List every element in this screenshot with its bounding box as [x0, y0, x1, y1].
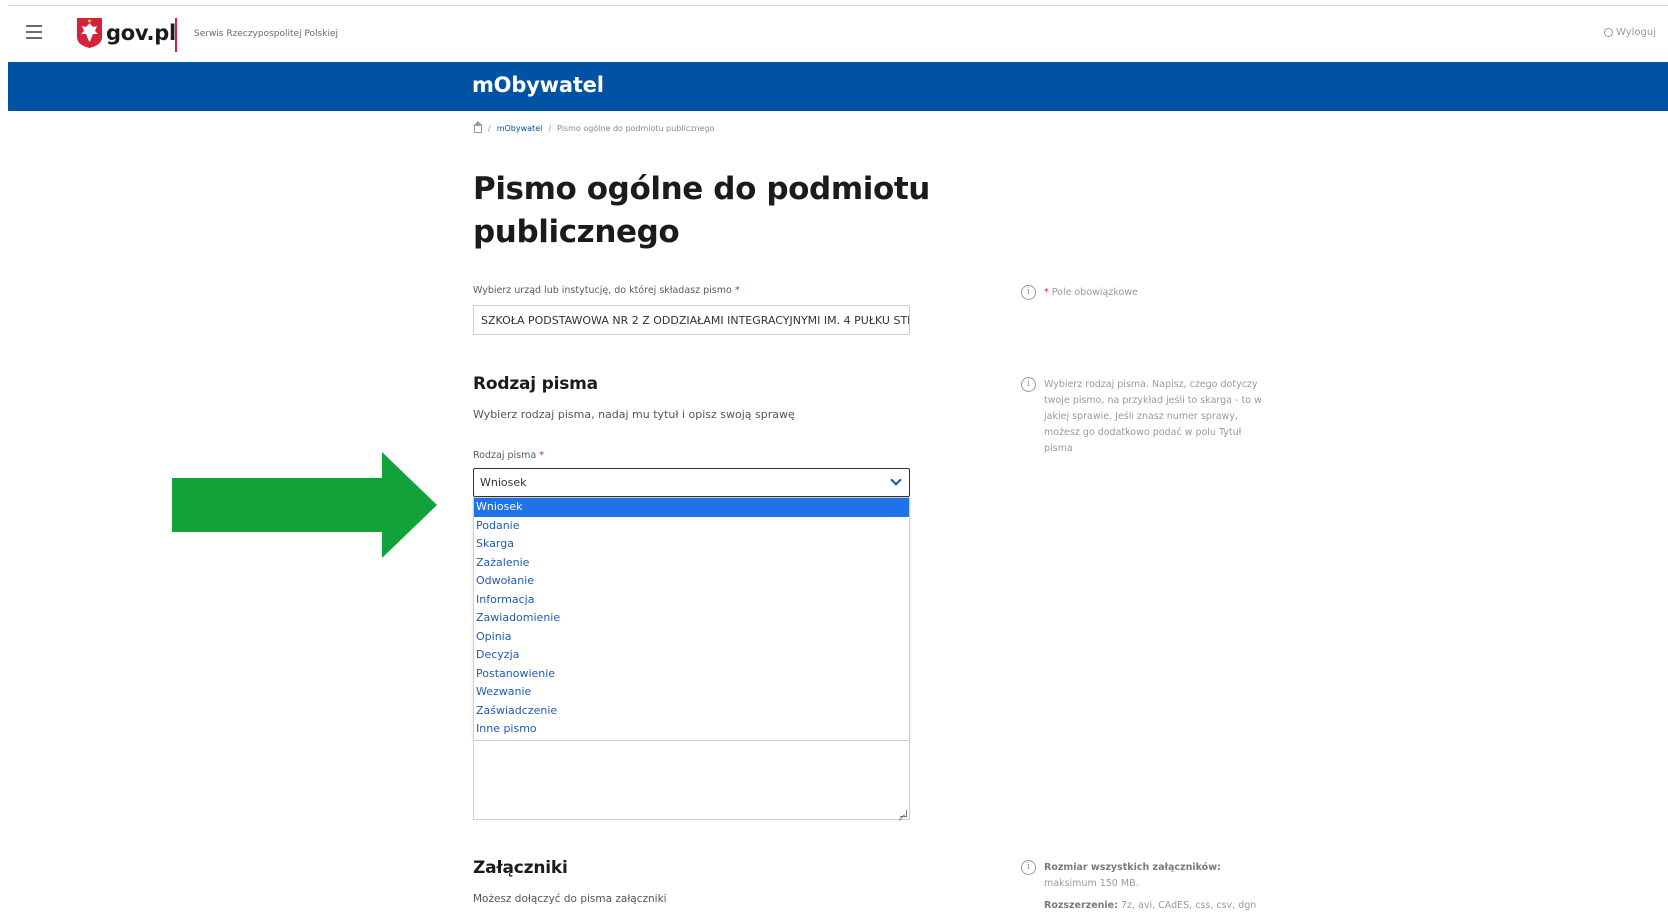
required-note-mark: *	[1044, 287, 1049, 298]
banner-title: mObywatel	[472, 73, 604, 97]
logout-label: Wyloguj	[1616, 27, 1656, 38]
letter-type-label-text: Rodzaj pisma	[473, 450, 537, 461]
dropdown-option-postanowienie[interactable]: Postanowienie	[474, 665, 909, 684]
letter-type-label: Rodzaj pisma *	[473, 450, 544, 461]
page: gov.pl Serwis Rzeczypospolitej Polskiej …	[0, 0, 1668, 915]
required-note: i * Pole obowiązkowe	[1021, 285, 1138, 301]
letter-type-selected-value: Wniosek	[480, 476, 527, 489]
institution-label-text: Wybierz urząd lub instytucję, do której …	[473, 285, 732, 296]
breadcrumb: / mObywatel / Pismo ogólne do podmiotu p…	[473, 121, 715, 133]
letter-type-subtitle: Wybierz rodzaj pisma, nadaj mu tytuł i o…	[473, 408, 795, 421]
attachments-title: Załączniki	[473, 858, 568, 878]
dropdown-option-decyzja[interactable]: Decyzja	[474, 646, 909, 665]
dropdown-option-informacja[interactable]: Informacja	[474, 591, 909, 610]
letter-type-select[interactable]: Wniosek	[473, 468, 910, 497]
letter-content-textarea[interactable]	[473, 741, 910, 820]
dropdown-option-inne-pismo[interactable]: Inne pismo	[474, 720, 909, 739]
resize-handle-icon[interactable]	[900, 810, 907, 817]
dropdown-option-wniosek[interactable]: Wniosek	[474, 498, 909, 517]
logout-button[interactable]: Wyloguj	[1604, 27, 1656, 38]
breadcrumb-separator: /	[488, 124, 491, 133]
breadcrumb-item-mobywatel[interactable]: mObywatel	[497, 124, 543, 133]
logo-text: gov.pl	[106, 21, 176, 45]
extension-value: 7z, avi, CAdES, css, csv, dgn	[1120, 900, 1257, 911]
site-header: gov.pl Serwis Rzeczypospolitej Polskiej …	[8, 6, 1668, 62]
dropdown-option-zaświadczenie[interactable]: Zaświadczenie	[474, 702, 909, 721]
power-icon	[1604, 28, 1613, 37]
poland-emblem-icon	[77, 18, 102, 48]
institution-label: Wybierz urząd lub instytucję, do której …	[473, 285, 740, 296]
dropdown-option-wezwanie[interactable]: Wezwanie	[474, 683, 909, 702]
extension-label: Rozszerzenie:	[1044, 900, 1118, 911]
attachments-help-text: Rozmiar wszystkich załączników: maksimum…	[1044, 860, 1271, 914]
info-icon: i	[1021, 377, 1036, 392]
info-icon: i	[1021, 285, 1036, 300]
service-banner: mObywatel	[8, 62, 1668, 111]
dropdown-option-zażalenie[interactable]: Zażalenie	[474, 554, 909, 573]
page-title: Pismo ogólne do podmiotu publicznego	[473, 171, 930, 250]
letter-type-help-text: Wybierz rodzaj pisma. Napisz, czego doty…	[1044, 379, 1262, 454]
letter-type-help: i Wybierz rodzaj pisma. Napisz, czego do…	[1021, 377, 1271, 457]
chevron-down-icon	[890, 474, 902, 486]
logo-divider	[175, 18, 177, 52]
dropdown-option-podanie[interactable]: Podanie	[474, 517, 909, 536]
size-label: Rozmiar wszystkich załączników:	[1044, 862, 1221, 873]
menu-icon[interactable]	[26, 25, 42, 39]
attachments-help: i Rozmiar wszystkich załączników: maksim…	[1021, 860, 1271, 914]
breadcrumb-separator: /	[548, 124, 552, 133]
dropdown-option-skarga[interactable]: Skarga	[474, 535, 909, 554]
info-icon: i	[1021, 860, 1036, 875]
size-value: maksimum 150 MB.	[1044, 878, 1139, 889]
required-note-label: Pole obowiązkowe	[1051, 287, 1138, 298]
dropdown-option-odwołanie[interactable]: Odwołanie	[474, 572, 909, 591]
attachments-subtitle: Możesz dołączyć do pisma załączniki	[473, 893, 667, 905]
dropdown-option-zawiadomienie[interactable]: Zawiadomienie	[474, 609, 909, 628]
govpl-logo[interactable]: gov.pl	[76, 17, 176, 49]
home-icon[interactable]	[473, 121, 483, 133]
required-mark: *	[539, 450, 544, 461]
breadcrumb-item-current: Pismo ogólne do podmiotu publicznego	[557, 124, 715, 133]
letter-type-title: Rodzaj pisma	[473, 374, 598, 394]
required-mark: *	[734, 285, 740, 296]
letter-type-dropdown-list: Wniosek Podanie Skarga Zażalenie Odwołanie In…	[473, 497, 910, 741]
dropdown-option-opinia[interactable]: Opinia	[474, 628, 909, 647]
institution-input[interactable]: SZKOŁA PODSTAWOWA NR 2 Z ODDZIAŁAMI INTE…	[473, 305, 910, 335]
service-name: Serwis Rzeczypospolitej Polskiej	[194, 29, 338, 39]
required-note-text: * Pole obowiązkowe	[1044, 285, 1138, 301]
green-arrow-icon	[172, 452, 437, 558]
